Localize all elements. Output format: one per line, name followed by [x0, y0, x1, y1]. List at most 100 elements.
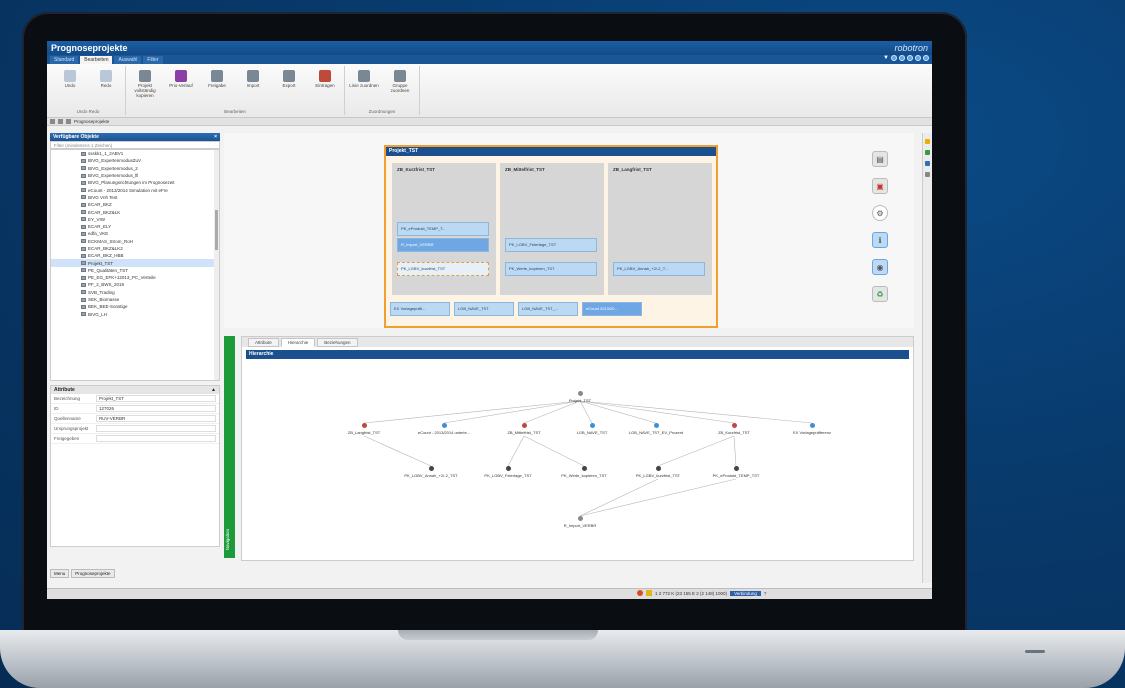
tab-hierarchie[interactable]: Hierarchie [280, 338, 316, 347]
tab-filter[interactable]: Filter [143, 56, 163, 64]
hierarchy-node[interactable]: PK_LGBV_Annah_+2/-2_TST [391, 466, 471, 478]
yellow-tool-icon[interactable] [925, 139, 930, 144]
project-chip[interactable]: EX Vorlagepräfi... [390, 302, 450, 316]
project-chip[interactable]: LGB_NAVE_TST_... [518, 302, 578, 316]
error-icon[interactable] [637, 590, 643, 596]
hierarchy-node[interactable]: PK_LGBV_kurzfrist_TST [618, 466, 698, 478]
tree-item[interactable]: Projekt_TST [51, 259, 219, 267]
project-chip[interactable]: eCount 2013/20... [582, 302, 642, 316]
tree-scrollbar[interactable] [214, 150, 219, 380]
gear-icon[interactable]: ⚙ [872, 205, 888, 221]
hierarchy-node[interactable]: LGB_NAVE_TST_EV_Prozent [616, 423, 696, 435]
filter-input[interactable]: Filter (mindestens 1 Zeichen) [50, 141, 220, 149]
navigation-strip[interactable]: Navigation [224, 336, 235, 558]
tree-item[interactable]: ECAR_BKZ&LK2 [51, 245, 219, 252]
table-icon[interactable]: ▤ [872, 151, 888, 167]
hierarchy-node[interactable]: eCount - 2013/2014 unterle... [404, 423, 484, 435]
close-icon[interactable] [923, 55, 929, 61]
tab-menu[interactable]: Menu [50, 569, 70, 578]
project-box[interactable]: Projekt_TST ZB_Kurzfrist_TST PK_eProdukt_… [384, 145, 718, 328]
forward-icon[interactable] [66, 119, 71, 124]
ribbon-button[interactable]: Linie zuordnen [349, 66, 379, 109]
help-icon[interactable] [891, 55, 897, 61]
hierarchy-node[interactable]: PK_LGBV_Feiertage_TST [468, 466, 548, 478]
hierarchy-node[interactable]: PK_eProdukt_TEMP_TST [696, 466, 776, 478]
tree-item[interactable]: BIVG_Expertenmodus_2 [51, 165, 219, 172]
package-chip[interactable]: PK_LGBV_Feiertage_TST [505, 238, 597, 252]
recycle-icon[interactable]: ♻ [872, 286, 888, 302]
project-column[interactable]: ZB_Langfrist_TST PK_LGBV_Annah_+2/-2_T... [608, 163, 712, 295]
tree-item[interactable]: BIVG_Expertenmodus_lll [51, 172, 219, 179]
ribbon-button[interactable]: Projekt vollständig kopieren [130, 66, 160, 109]
tree-item[interactable]: PF_2_BWS_2019 [51, 281, 219, 288]
eye-icon[interactable]: ◉ [872, 259, 888, 275]
dropdown-icon[interactable]: ▼ [883, 55, 889, 61]
tree-item[interactable]: eCount - 2013/2014 Simulation mit eFre [51, 186, 219, 193]
hierarchy-node[interactable]: Projekt_TST [540, 391, 620, 403]
attribute-value[interactable] [96, 435, 216, 442]
project-chip[interactable]: LGB_NAVE_TST [454, 302, 514, 316]
maximize-icon[interactable] [915, 55, 921, 61]
tree-item[interactable]: ECAR_BKZ_HBB [51, 252, 219, 259]
tab-beziehungen[interactable]: Beziehungen [317, 338, 358, 347]
tree-item[interactable]: ECAR_ELY [51, 223, 219, 230]
tree-item[interactable]: PE_Qualitäten_TST [51, 267, 219, 274]
collapse-icon[interactable]: ▲ [211, 386, 216, 394]
package-chip[interactable]: PK_LGBV_kurzfrist_TST [397, 262, 489, 276]
attribute-value[interactable] [96, 425, 216, 432]
ribbon-button[interactable]: Prio-Verlauf [166, 66, 196, 109]
tree-item[interactable]: BIVG_ExpertenmodusZuV [51, 157, 219, 164]
attribute-value[interactable]: RUV-VERBR [96, 415, 216, 422]
tree-item[interactable]: BIVG_LH [51, 311, 219, 318]
attribute-value[interactable]: Projekt_TST [96, 395, 216, 402]
tree-item[interactable]: ECKMAS_Strom_RoH [51, 238, 219, 245]
project-column[interactable]: ZB_Mittelfrist_TST PK_LGBV_Feiertage_TST P… [500, 163, 604, 295]
ribbon-button[interactable]: Undo [55, 66, 85, 109]
tree-item[interactable]: ECAR_BKZ&LK [51, 208, 219, 215]
ribbon-button[interactable]: Gruppe zuordnen [385, 66, 415, 109]
ribbon-button[interactable]: Freigabe [202, 66, 232, 109]
green-tool-icon[interactable] [925, 150, 930, 155]
tab-attribute[interactable]: Attribute [248, 338, 279, 347]
home-icon[interactable] [50, 119, 55, 124]
info-icon[interactable]: ℹ [872, 232, 888, 248]
hierarchy-node[interactable]: ZB_Kurzfrist_TST [694, 423, 774, 435]
tree-item[interactable]: BIVG Vnh Test [51, 194, 219, 201]
attribute-value[interactable]: 127026 [96, 405, 216, 412]
info-icon[interactable] [899, 55, 905, 61]
back-icon[interactable] [58, 119, 63, 124]
tree-item[interactable]: edfa_VKE [51, 230, 219, 237]
hierarchy-node[interactable]: R_Import_VERBR [540, 516, 620, 528]
tree-item[interactable]: BIVG_Planungsrichtungen im Prognosezeit [51, 179, 219, 186]
hierarchy-node[interactable]: EX Vorlagepräfferenz [772, 423, 852, 435]
warning-icon[interactable] [646, 590, 652, 596]
gray-tool-icon[interactable] [925, 172, 930, 177]
tree-item[interactable]: EY_VIW [51, 216, 219, 223]
tab-standard[interactable]: Standard [50, 56, 79, 64]
ribbon-button[interactable]: Redo [91, 66, 121, 109]
close-icon[interactable]: × [214, 134, 217, 140]
tree-item[interactable]: BEK_BEE-Sonstige [51, 303, 219, 310]
package-chip[interactable]: PK_eProdukt_TEMP_T... [397, 222, 489, 236]
delete-icon[interactable]: ▣ [872, 178, 888, 194]
tree-item[interactable]: ECAR_BKZ [51, 201, 219, 208]
package-chip[interactable]: PK_LGBV_Annah_+2/-2_T... [613, 262, 705, 276]
tab-bearbeiten[interactable]: Bearbeiten [80, 56, 113, 64]
hierarchy-node[interactable]: PK_Werte_kopieren_TST [544, 466, 624, 478]
tree-item[interactable]: ssskk1_1_2ABV1 [51, 150, 219, 157]
breadcrumb-label[interactable]: Prognoseprojekte [74, 119, 109, 124]
package-chip[interactable]: PK_Werte_kopieren_TST [505, 262, 597, 276]
tab-auswahl[interactable]: Auswahl [114, 56, 142, 64]
minimize-icon[interactable] [907, 55, 913, 61]
ribbon-button[interactable]: Eintragen [310, 66, 340, 109]
package-chip[interactable]: R_Import_VERBR [397, 238, 489, 252]
tree-item[interactable]: PE_EG_EFK+12013_PC_Verteile [51, 274, 219, 281]
project-column[interactable]: ZB_Kurzfrist_TST PK_eProdukt_TEMP_T... R_I… [392, 163, 496, 295]
tree-item[interactable]: SEK_Biomasse [51, 296, 219, 303]
tab-prognoseprojekte[interactable]: Prognoseprojekte [71, 569, 115, 578]
ribbon-button[interactable]: Export [274, 66, 304, 109]
hierarchy-node[interactable]: ZB_Langfrist_TST [324, 423, 404, 435]
tree-item[interactable]: SVB_Trading [51, 289, 219, 296]
blue-tool-icon[interactable] [925, 161, 930, 166]
ribbon-button[interactable]: Import [238, 66, 268, 109]
